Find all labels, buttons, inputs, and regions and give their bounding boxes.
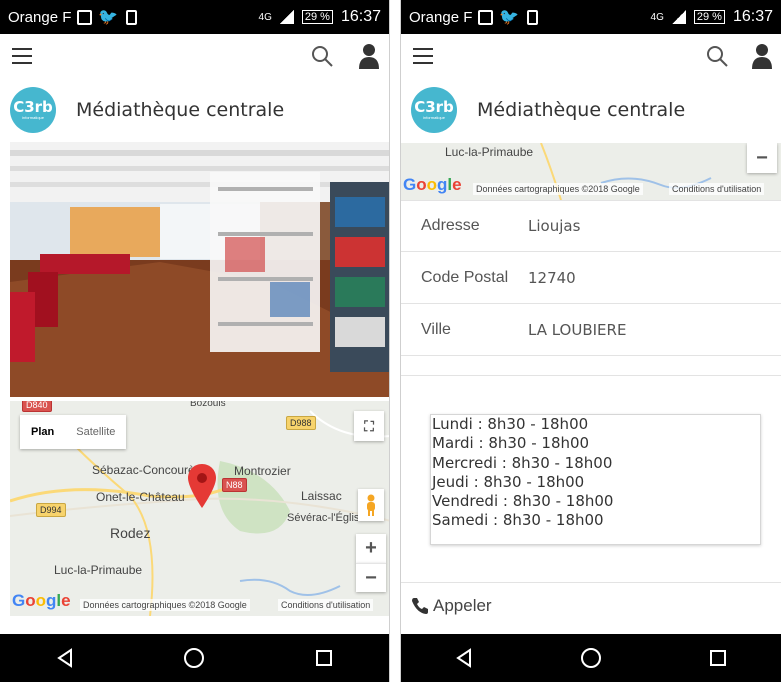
- hours-line: Lundi : 8h30 - 18h00: [432, 415, 589, 433]
- clock: 16:37: [732, 8, 773, 25]
- app-bar: [0, 34, 389, 80]
- city-row: Ville LA LOUBIERE: [401, 304, 781, 356]
- city-label: Ville: [421, 320, 451, 338]
- map-place-label: Onet-le-Château: [96, 490, 185, 504]
- road-label: D840: [22, 401, 52, 412]
- screen-left: Orange F 🐦 4G 29 % 16:37 C3rb informatiq…: [0, 0, 390, 682]
- twitter-notification-icon: 🐦: [98, 9, 119, 26]
- screen-divider: [390, 0, 400, 682]
- map-terms-link[interactable]: Conditions d'utilisation: [669, 183, 765, 195]
- fullscreen-icon[interactable]: ⛶: [354, 411, 384, 441]
- postal-code-row: Code Postal 12740: [401, 252, 781, 304]
- opening-hours: Lundi : 8h30 - 18h00 Mardi : 8h30 - 18h0…: [430, 414, 761, 545]
- pegman-icon[interactable]: [358, 489, 384, 521]
- home-icon[interactable]: [164, 638, 224, 678]
- map-place-label: Laissac: [301, 489, 342, 503]
- map-type-plan[interactable]: Plan: [20, 415, 65, 449]
- user-icon[interactable]: [358, 43, 380, 69]
- postal-code-label: Code Postal: [421, 268, 509, 286]
- city-value: LA LOUBIERE: [528, 320, 627, 339]
- map-place-label: Luc-la-Primaube: [54, 563, 143, 577]
- call-button[interactable]: Appeler: [401, 582, 781, 628]
- road-label: D994: [36, 503, 66, 517]
- hours-line: Vendredi : 8h30 - 18h00: [432, 492, 614, 511]
- c3rb-logo: C3rb informatique: [411, 87, 457, 133]
- gallery-notification-icon: [478, 9, 494, 25]
- zoom-out-button[interactable]: −: [747, 143, 777, 173]
- network-type: 4G: [258, 11, 272, 23]
- map-place-label: Montrozier: [234, 464, 291, 478]
- twitter-notification-icon: 🐦: [499, 9, 520, 26]
- map-attribution: Données cartographiques ©2018 Google: [473, 183, 643, 195]
- user-icon[interactable]: [751, 43, 773, 69]
- sim-notification-icon: [527, 9, 539, 25]
- google-logo: Google: [403, 175, 462, 194]
- map-place-label: Bozouls: [190, 401, 226, 409]
- signal-icon: [279, 10, 294, 24]
- phone-icon: [412, 597, 428, 614]
- recents-icon[interactable]: [294, 638, 354, 678]
- clock: 16:37: [340, 8, 381, 25]
- nav-bar: [401, 634, 781, 682]
- carrier-name: Orange F: [409, 8, 473, 26]
- search-icon[interactable]: [705, 44, 729, 68]
- map-type-satellite[interactable]: Satellite: [65, 415, 126, 449]
- map-place-label: Sévérac-l'Église: [287, 512, 366, 524]
- map-place-label: Sébazac-Concourès: [92, 463, 201, 477]
- road-label: D988: [286, 416, 316, 430]
- battery-level: 29 %: [693, 10, 725, 24]
- hours-line: Jeudi : 8h30 - 18h00: [432, 472, 585, 491]
- hamburger-icon[interactable]: [12, 48, 32, 64]
- location-map[interactable]: Luc-la-Primaube − Google Données cartogr…: [401, 143, 781, 200]
- spacer-row: [401, 356, 781, 376]
- screen-right: Orange F 🐦 4G 29 % 16:37 C3rb informatiq…: [400, 0, 781, 682]
- network-type: 4G: [650, 11, 664, 23]
- map-attribution: Données cartographiques ©2018 Google: [80, 599, 250, 611]
- zoom-in-button[interactable]: +: [356, 534, 386, 563]
- call-label: Appeler: [433, 595, 492, 615]
- back-icon[interactable]: [434, 638, 494, 678]
- map-marker-icon[interactable]: [188, 464, 216, 508]
- address-row: Adresse Lioujas: [401, 200, 781, 252]
- hours-line: Mercredi : 8h30 - 18h00: [432, 453, 613, 472]
- zoom-out-button[interactable]: −: [356, 563, 386, 592]
- back-icon[interactable]: [35, 638, 95, 678]
- battery-level: 29 %: [301, 10, 333, 24]
- recents-icon[interactable]: [688, 638, 748, 678]
- map-place-label: Luc-la-Primaube: [445, 145, 534, 159]
- road-label: N88: [222, 478, 247, 492]
- hours-line: Samedi : 8h30 - 18h00: [432, 511, 604, 530]
- c3rb-logo: C3rb informatique: [10, 87, 56, 133]
- map-type-toggle: Plan Satellite: [20, 415, 127, 449]
- home-icon[interactable]: [561, 638, 621, 678]
- carrier-name: Orange F: [8, 8, 72, 26]
- postal-code-value: 12740: [528, 268, 576, 287]
- address-label: Adresse: [421, 217, 480, 234]
- library-photo: [10, 142, 389, 397]
- sim-notification-icon: [126, 9, 138, 25]
- app-bar: [401, 34, 781, 80]
- status-bar: Orange F 🐦 4G 29 % 16:37: [0, 0, 389, 34]
- nav-bar: [0, 634, 389, 682]
- title-row: C3rb informatique Médiathèque centrale: [401, 80, 781, 140]
- signal-icon: [671, 10, 686, 24]
- address-value: Lioujas: [528, 217, 581, 235]
- page-title: Médiathèque centrale: [477, 99, 686, 121]
- google-logo: Google: [12, 591, 71, 610]
- status-bar: Orange F 🐦 4G 29 % 16:37: [401, 0, 781, 34]
- gallery-notification-icon: [77, 9, 93, 25]
- title-row: C3rb informatique Médiathèque centrale: [0, 80, 389, 140]
- hours-line: Mardi : 8h30 - 18h00: [432, 434, 590, 453]
- hamburger-icon[interactable]: [413, 48, 433, 64]
- map-terms-link[interactable]: Conditions d'utilisation: [278, 599, 374, 611]
- search-icon[interactable]: [310, 44, 334, 68]
- page-title: Médiathèque centrale: [76, 99, 285, 121]
- map-place-label: Rodez: [110, 525, 151, 541]
- location-map[interactable]: Bozouls Plan Satellite D988 D840 ⛶ Sébaz…: [10, 401, 389, 616]
